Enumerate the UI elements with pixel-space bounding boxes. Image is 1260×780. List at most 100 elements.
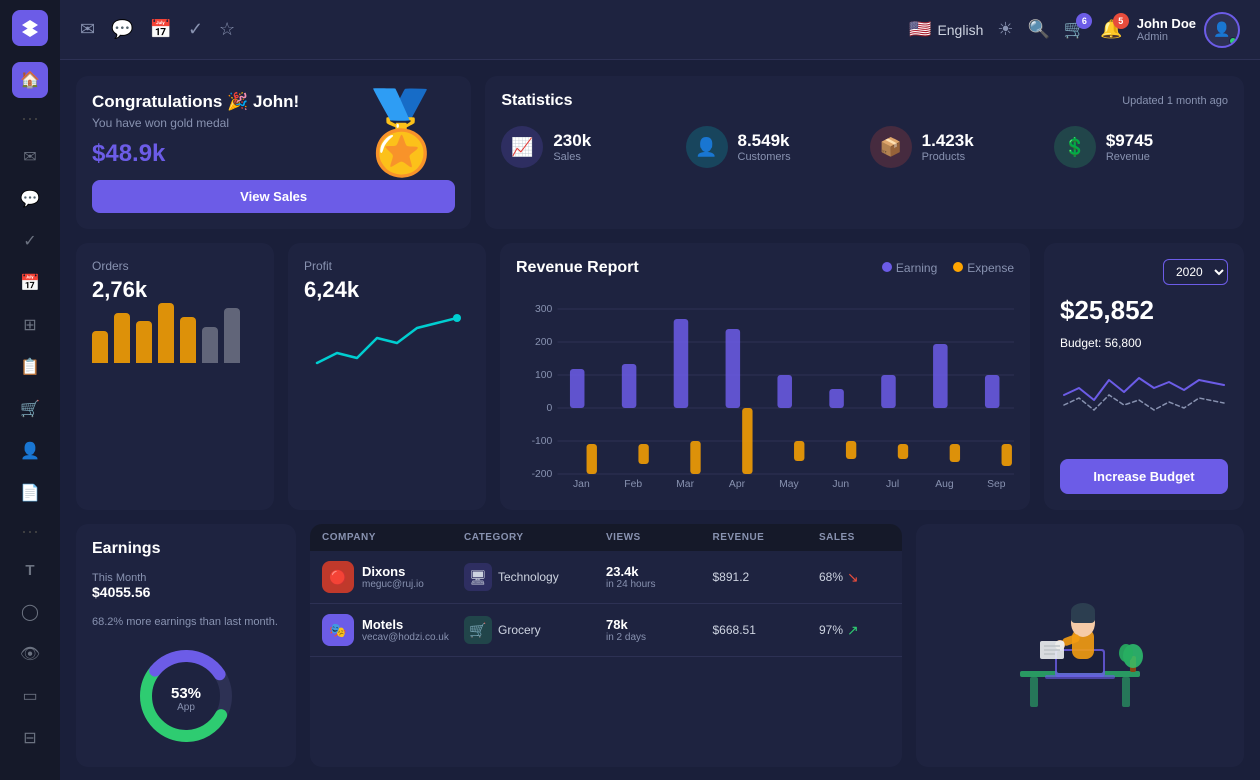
cart-badge: 6 (1076, 13, 1092, 29)
donut-pct: 53% (171, 685, 201, 702)
table-header: COMPANY CATEGORY VIEWS REVENUE SALES (310, 524, 902, 551)
budget-sparkline (1060, 360, 1228, 420)
sidebar: 🏠 ··· ✉ 💬 ✓ 📅 ⊞ 📋 🛒 👤 📄 ··· T ◯ 👁 ▭ ⊟ (0, 0, 60, 780)
sidebar-item-mail[interactable]: ✉ (12, 139, 48, 175)
svg-text:100: 100 (535, 370, 553, 381)
donut-label: App (171, 702, 201, 713)
profit-sparkline (304, 313, 470, 373)
logo-icon[interactable] (12, 10, 48, 46)
view-sales-button[interactable]: View Sales (92, 180, 455, 213)
earnings-amount: $4055.56 (92, 584, 280, 600)
search-button[interactable]: 🔍 (1028, 19, 1050, 40)
views-main-2: 78k (606, 617, 713, 632)
row-1: Congratulations 🎉 John! You have won gol… (76, 76, 1244, 229)
sidebar-item-user[interactable]: 👤 (12, 433, 48, 469)
user-name: John Doe (1137, 16, 1196, 31)
sidebar-item-home[interactable]: 🏠 (12, 62, 48, 98)
sales-label: Sales (553, 151, 591, 163)
td-revenue-2: $668.51 (713, 623, 820, 637)
avatar[interactable]: 👤 (1204, 12, 1240, 48)
stats-title: Statistics (501, 92, 572, 110)
sidebar-item-eye[interactable]: 👁 (12, 636, 48, 672)
budget-value: 56,800 (1105, 336, 1142, 350)
bar-2 (114, 313, 130, 363)
views-main-1: 23.4k (606, 564, 713, 579)
sidebar-item-calendar[interactable]: 📅 (12, 265, 48, 301)
dixons-name: Dixons (362, 564, 424, 579)
svg-text:-100: -100 (532, 436, 553, 447)
td-views-1: 23.4k in 24 hours (606, 564, 713, 590)
bar-3 (136, 321, 152, 363)
th-views: VIEWS (606, 532, 713, 543)
views-sub-1: in 24 hours (606, 579, 713, 590)
sidebar-item-cart[interactable]: 🛒 (12, 391, 48, 427)
orders-chart (92, 313, 258, 363)
year-select[interactable]: 2020 2021 2019 (1163, 259, 1228, 285)
table-row-2: 🎭 Motels vecav@hodzi.co.uk 🛒 Grocery 78k… (310, 604, 902, 657)
revenue-value: $9745 (1106, 131, 1153, 151)
congrats-card: Congratulations 🎉 John! You have won gol… (76, 76, 471, 229)
stat-sales: 📈 230k Sales (501, 126, 675, 168)
sidebar-item-chat[interactable]: 💬 (12, 181, 48, 217)
topbar: ✉ 💬 📅 ✓ ☆ 🇺🇸 English ☀ 🔍 🛒 6 🔔 5 (60, 0, 1260, 60)
td-sales-2: 97% ↗ (819, 622, 890, 639)
td-views-2: 78k in 2 days (606, 617, 713, 643)
sidebar-item-grid[interactable]: ⊞ (12, 307, 48, 343)
sidebar-item-check[interactable]: ✓ (12, 223, 48, 259)
views-sub-2: in 2 days (606, 632, 713, 643)
language-selector[interactable]: 🇺🇸 English (909, 19, 983, 40)
svg-text:Mar: Mar (676, 479, 694, 489)
profit-value: 6,24k (304, 277, 470, 303)
sidebar-item-box[interactable]: ⊟ (12, 720, 48, 756)
sales-value: 230k (553, 131, 591, 151)
svg-text:300: 300 (535, 304, 553, 315)
mail-icon[interactable]: ✉ (80, 19, 95, 40)
earnings-title: Earnings (92, 540, 280, 558)
revenue-card: Revenue Report Earning Expense 300 (500, 243, 1030, 510)
earnings-card: Earnings This Month $4055.56 68.2% more … (76, 524, 296, 767)
legend-earning: Earning (882, 261, 937, 275)
dixons-logo: 🔴 (322, 561, 354, 593)
svg-text:Apr: Apr (729, 479, 746, 489)
bar-7 (224, 308, 240, 363)
theme-toggle[interactable]: ☀ (997, 19, 1013, 40)
svg-text:Sep: Sep (987, 479, 1006, 489)
sidebar-item-card[interactable]: ▭ (12, 678, 48, 714)
sidebar-item-file[interactable]: 📄 (12, 475, 48, 511)
budget-label-text: Budget: (1060, 336, 1101, 350)
products-label: Products (922, 151, 974, 163)
stats-row: 📈 230k Sales 👤 8.549k Customers (501, 126, 1228, 168)
sidebar-item-text[interactable]: T (12, 552, 48, 588)
td-company-1: 🔴 Dixons meguc@ruj.io (322, 561, 464, 593)
revenue-header: Revenue Report Earning Expense (516, 259, 1014, 277)
increase-budget-button[interactable]: Increase Budget (1060, 459, 1228, 494)
products-value: 1.423k (922, 131, 974, 151)
stats-updated: Updated 1 month ago (1122, 95, 1228, 107)
profit-card: Profit 6,24k (288, 243, 486, 510)
medal-icon: 🏅 (352, 86, 452, 180)
svg-text:Feb: Feb (624, 479, 642, 489)
sidebar-item-circle[interactable]: ◯ (12, 594, 48, 630)
orders-value: 2,76k (92, 277, 258, 303)
products-icon: 📦 (870, 126, 912, 168)
revenue-label: Revenue (1106, 151, 1153, 163)
sidebar-item-doc[interactable]: 📋 (12, 349, 48, 385)
chat-icon[interactable]: 💬 (111, 19, 133, 40)
motels-name: Motels (362, 617, 449, 632)
profit-label: Profit (304, 259, 470, 273)
motels-email: vecav@hodzi.co.uk (362, 632, 449, 643)
orders-card: Orders 2,76k (76, 243, 274, 510)
sales-pct-1: 68% (819, 570, 843, 584)
th-category: CATEGORY (464, 532, 606, 543)
svg-text:Jan: Jan (573, 479, 590, 489)
star-icon[interactable]: ☆ (219, 19, 235, 40)
task-icon[interactable]: ✓ (188, 19, 203, 40)
budget-label: Budget: 56,800 (1060, 336, 1228, 350)
row-3: Earnings This Month $4055.56 68.2% more … (76, 524, 1244, 767)
td-category-2: 🛒 Grocery (464, 616, 606, 644)
notifications-button[interactable]: 🔔 5 (1100, 19, 1122, 40)
cart-button[interactable]: 🛒 6 (1064, 19, 1086, 40)
calendar-icon[interactable]: 📅 (150, 19, 172, 40)
customers-label: Customers (738, 151, 791, 163)
customers-value: 8.549k (738, 131, 791, 151)
